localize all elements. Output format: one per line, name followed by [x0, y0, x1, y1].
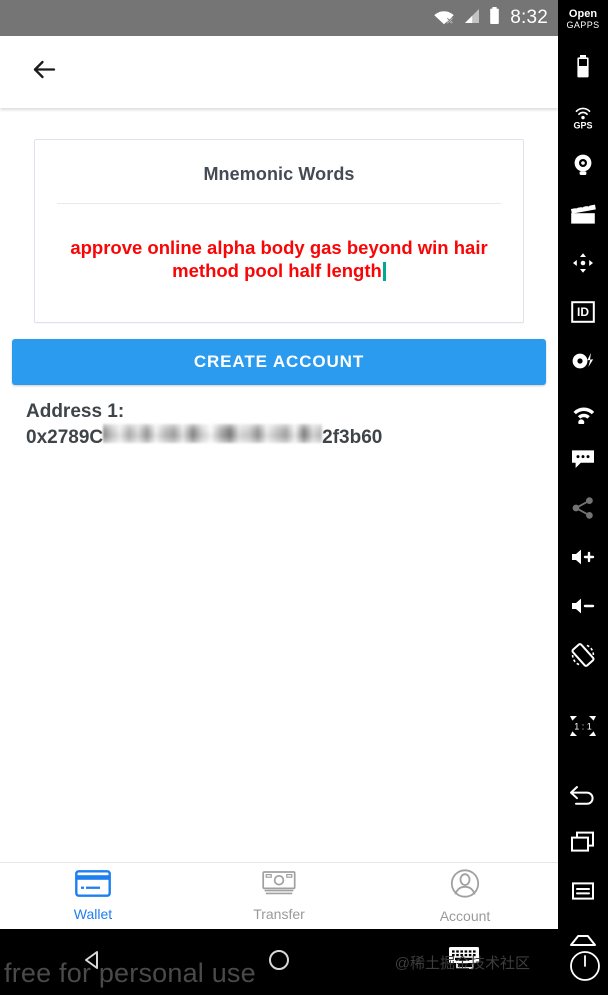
address-value: 0x2789C 2f3b60 [26, 424, 558, 451]
battery-icon [575, 54, 591, 85]
sidebar-item-nav-menu[interactable] [558, 869, 608, 918]
emulator-sidebar: Open GAPPS GPS ID 1: 1 [558, 0, 608, 995]
sms-bubble-icon [569, 447, 597, 476]
address-suffix: 2f3b60 [322, 427, 383, 448]
volume-down-icon [568, 594, 598, 623]
sidebar-item-cellular[interactable] [558, 388, 608, 437]
rotate-icon [568, 640, 598, 675]
address-redacted-blur [103, 424, 323, 443]
tab-account-label: Account [439, 907, 491, 924]
tab-account[interactable]: Account [372, 863, 558, 929]
device-screen: 8:32 Mnemonic Words approve online alpha… [0, 0, 558, 995]
tab-transfer[interactable]: Transfer [186, 863, 372, 929]
volume-up-icon [568, 545, 598, 574]
sidebar-item-power[interactable] [558, 339, 608, 388]
svg-text:ID: ID [577, 305, 589, 319]
nav-back-button[interactable] [65, 938, 121, 986]
main-content: Mnemonic Words approve online alpha body… [0, 108, 558, 862]
dpad-icon [568, 250, 598, 281]
wifi-no-internet-icon [433, 7, 455, 30]
cellular-signal-icon [462, 7, 481, 30]
address-block: Address 1: 0x2789C 2f3b60 [26, 399, 558, 451]
status-bar-clock: 8:32 [510, 7, 548, 28]
address-label: Address 1: [26, 401, 125, 422]
svg-text:1 : 1: 1 : 1 [574, 721, 592, 731]
card-title: Mnemonic Words [203, 164, 355, 184]
banknote-icon [261, 870, 297, 902]
sidebar-item-dpad[interactable] [558, 241, 608, 290]
tab-wallet[interactable]: Wallet [0, 863, 186, 929]
clapperboard-icon [568, 201, 598, 232]
fit-ratio-icon: 1 : 1 [566, 712, 600, 745]
status-bar: 8:32 [0, 0, 558, 36]
bottom-tab-bar: Wallet Transfer Account [0, 862, 558, 929]
triangle-back-icon [81, 948, 105, 977]
sidebar-item-identity[interactable]: ID [558, 290, 608, 339]
square-recents-icon [454, 949, 476, 976]
app-bar [0, 36, 558, 108]
credit-card-icon [75, 870, 111, 902]
sidebar-item-screen-record[interactable] [558, 192, 608, 241]
tab-transfer-label: Transfer [253, 906, 305, 922]
nav-recents-button[interactable] [437, 938, 493, 986]
svg-text:GPS: GPS [573, 120, 592, 130]
circle-home-icon [267, 948, 291, 977]
sidebar-item-nav-recents[interactable] [558, 820, 608, 869]
status-bar-icons [433, 6, 501, 31]
open-gapps-line2: GAPPS [566, 20, 600, 30]
webcam-icon [569, 151, 597, 184]
power-bolt-icon [568, 349, 598, 378]
open-gapps-line1: Open [568, 8, 598, 20]
back-arrow-icon [567, 781, 599, 810]
window-stack-icon [567, 829, 599, 860]
nav-home-button[interactable] [251, 938, 307, 986]
share-icon [569, 495, 597, 526]
sidebar-item-share[interactable] [558, 486, 608, 535]
rss-signal-icon [569, 396, 597, 429]
screen-root: 8:32 Mnemonic Words approve online alpha… [0, 0, 608, 995]
open-gapps-logo: Open GAPPS [566, 9, 599, 31]
power-icon [567, 951, 603, 988]
id-badge-icon: ID [569, 299, 597, 330]
sidebar-item-battery[interactable] [558, 45, 608, 94]
battery-icon [488, 6, 501, 31]
mnemonic-words: approve online alpha body gas beyond win… [70, 237, 488, 281]
create-account-button[interactable]: CREATE ACCOUNT [12, 339, 546, 385]
sidebar-item-webcam[interactable] [558, 143, 608, 192]
tab-wallet-label: Wallet [73, 906, 113, 922]
sidebar-item-volume-down[interactable] [558, 584, 608, 633]
back-arrow-icon [31, 56, 58, 88]
back-button[interactable] [24, 52, 64, 92]
android-nav-bar [0, 929, 558, 995]
sidebar-power-button[interactable] [567, 948, 603, 989]
mnemonic-text-wrap: approve online alpha body gas beyond win… [61, 236, 497, 282]
mnemonic-field[interactable]: approve online alpha body gas beyond win… [35, 204, 523, 322]
sidebar-item-gps[interactable]: GPS [558, 94, 608, 143]
person-circle-icon [448, 868, 482, 904]
sidebar-item-sms[interactable] [558, 437, 608, 486]
gps-icon: GPS [568, 101, 598, 136]
sidebar-item-nav-back[interactable] [558, 771, 608, 820]
sidebar-item-rotate[interactable] [558, 633, 608, 682]
address-prefix: 0x2789C [26, 427, 104, 448]
sidebar-item-volume-up[interactable] [558, 535, 608, 584]
sidebar-item-zoom-actual-size[interactable]: 1 : 1 [558, 704, 608, 753]
text-caret [382, 262, 386, 281]
mnemonic-card: Mnemonic Words approve online alpha body… [34, 139, 524, 323]
menu-lines-icon [568, 879, 598, 908]
